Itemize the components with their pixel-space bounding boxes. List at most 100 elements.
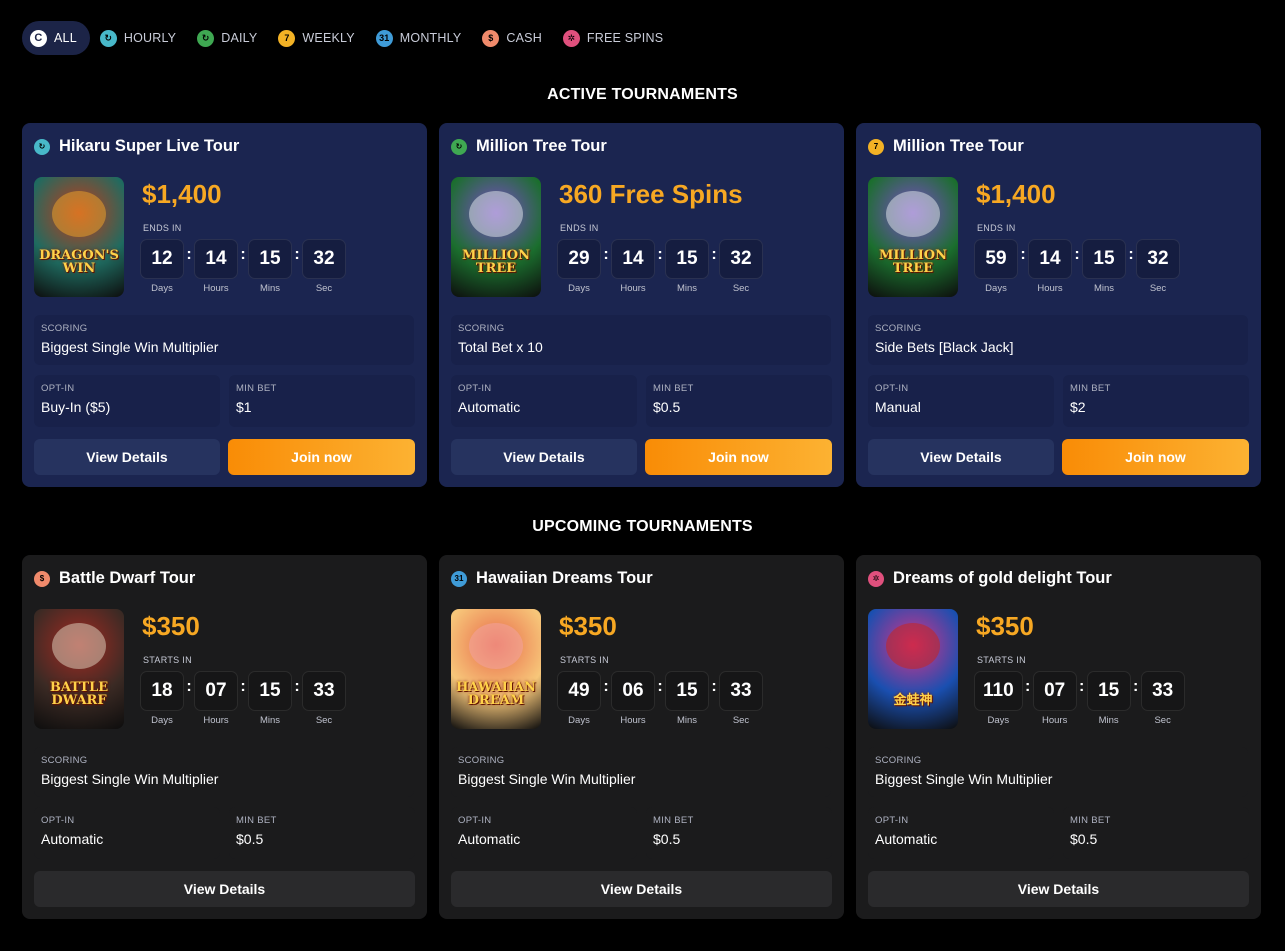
countdown-mins-value: 15 [248, 671, 292, 711]
tournament-card: ↻ Million Tree Tour Million Tree 360 Fre… [439, 123, 844, 487]
scoring-value: Side Bets [Black Jack] [875, 339, 1014, 355]
countdown-sec: 33 Sec [719, 671, 763, 726]
opt-in-panel: OPT-IN Buy-In ($5) [34, 375, 220, 427]
join-now-button[interactable]: Join now [1062, 439, 1249, 475]
countdown-separator: : [603, 246, 609, 263]
filter-label: DAILY [221, 31, 258, 45]
scoring-value: Biggest Single Win Multiplier [458, 771, 636, 787]
opt-in-panel: OPT-IN Automatic [451, 807, 637, 859]
game-thumbnail[interactable]: Dragon's Win [34, 177, 124, 297]
game-thumbnail[interactable]: Battle Dwarf [34, 609, 124, 729]
countdown-sec: 33 Sec [302, 671, 346, 726]
countdown-days-label: Days [151, 715, 173, 726]
min-bet-label: MIN BET [236, 815, 277, 826]
countdown-mins: 15 Mins [1082, 239, 1126, 294]
countdown-hours-value: 14 [611, 239, 655, 279]
countdown-sec-label: Sec [1149, 283, 1167, 294]
monthly-icon: 31 [451, 570, 467, 587]
countdown-days-value: 59 [974, 239, 1018, 279]
opt-in-label: OPT-IN [875, 383, 909, 394]
min-bet-value: $0.5 [653, 831, 681, 847]
filter-label: HOURLY [123, 31, 177, 45]
countdown-hours: 14 Hours [1028, 239, 1072, 294]
prize-amount: $1,400 [976, 179, 1056, 209]
view-details-button[interactable]: View Details [451, 439, 637, 475]
view-details-button[interactable]: View Details [868, 871, 1249, 907]
countdown-sec: 32 Sec [719, 239, 763, 294]
game-thumbnail[interactable]: Million Tree [868, 177, 958, 297]
card-header: ✲ Dreams of gold delight Tour [868, 569, 1112, 588]
countdown-hours: 06 Hours [611, 671, 655, 726]
opt-in-value: Automatic [875, 831, 938, 847]
countdown-caption: STARTS IN [977, 655, 1026, 665]
tournament-card: ✲ Dreams of gold delight Tour 金蛙神 $350 S… [856, 555, 1261, 919]
countdown-mins-label: Mins [1098, 715, 1119, 726]
upcoming-tournaments-heading: UPCOMING TOURNAMENTS [532, 518, 753, 535]
countdown-hours: 07 Hours [194, 671, 238, 726]
countdown-sec: 33 Sec [1140, 671, 1185, 726]
countdown-hours-label: Hours [620, 283, 646, 294]
filter-free-spins[interactable]: ✲ FREE SPINS [555, 21, 674, 55]
filter-all[interactable]: C ALL [22, 21, 90, 55]
countdown-timer: 12 Days : 14 Hours : 15 Mins : 32 Sec [140, 239, 346, 294]
filter-weekly[interactable]: 7 WEEKLY [270, 21, 365, 55]
countdown-sec-label: Sec [315, 283, 333, 294]
scoring-panel: SCORING Biggest Single Win Multiplier [868, 747, 1248, 797]
join-now-button[interactable]: Join now [645, 439, 832, 475]
countdown-hours: 14 Hours [194, 239, 238, 294]
view-details-button[interactable]: View Details [451, 871, 832, 907]
prize-amount: $350 [142, 611, 200, 641]
countdown-mins-value: 15 [665, 239, 709, 279]
card-header: $ Battle Dwarf Tour [34, 569, 195, 588]
all-icon: C [30, 29, 47, 47]
countdown-mins-label: Mins [676, 715, 698, 726]
view-details-button[interactable]: View Details [868, 439, 1054, 475]
opt-in-panel: OPT-IN Automatic [451, 375, 637, 427]
countdown-days: 18 Days [140, 671, 184, 726]
countdown-mins: 15 Mins [248, 239, 292, 294]
min-bet-value: $2 [1070, 399, 1086, 415]
weekly-icon: 7 [868, 138, 884, 155]
view-details-button[interactable]: View Details [34, 871, 415, 907]
countdown-caption: STARTS IN [143, 655, 192, 665]
min-bet-label: MIN BET [653, 815, 694, 826]
countdown-mins-value: 15 [1086, 671, 1131, 711]
filter-monthly[interactable]: 31 MONTHLY [368, 21, 473, 55]
scoring-value: Biggest Single Win Multiplier [41, 771, 219, 787]
cash-icon: $ [482, 29, 500, 47]
filter-daily[interactable]: ↻ DAILY [189, 21, 268, 55]
filter-hourly[interactable]: ↻ HOURLY [92, 21, 187, 55]
countdown-days: 49 Days [557, 671, 601, 726]
countdown-hours-label: Hours [620, 715, 646, 726]
tournament-card: 7 Million Tree Tour Million Tree $1,400 … [856, 123, 1261, 487]
scoring-label: SCORING [875, 755, 922, 766]
opt-in-value: Manual [875, 399, 921, 415]
min-bet-value: $0.5 [1070, 831, 1098, 847]
countdown-separator: : [294, 678, 300, 695]
prize-amount: $1,400 [142, 179, 222, 209]
tournament-card: $ Battle Dwarf Tour Battle Dwarf $350 ST… [22, 555, 427, 919]
countdown-mins-value: 15 [248, 239, 292, 279]
scoring-panel: SCORING Biggest Single Win Multiplier [34, 747, 414, 797]
countdown-separator: : [186, 246, 192, 263]
filter-cash[interactable]: $ CASH [474, 21, 553, 55]
countdown-separator: : [711, 246, 717, 263]
scoring-label: SCORING [875, 323, 922, 334]
countdown-sec-label: Sec [315, 715, 333, 726]
game-thumbnail[interactable]: Million Tree [451, 177, 541, 297]
countdown-hours: 07 Hours [1032, 671, 1077, 726]
countdown-mins-value: 15 [1082, 239, 1126, 279]
opt-in-panel: OPT-IN Automatic [868, 807, 1054, 859]
countdown-separator: : [294, 246, 300, 263]
countdown-hours-value: 14 [1028, 239, 1072, 279]
countdown-mins-label: Mins [1093, 283, 1115, 294]
game-thumbnail[interactable]: Hawaiian Dream [451, 609, 541, 729]
countdown-hours-value: 14 [194, 239, 238, 279]
view-details-button[interactable]: View Details [34, 439, 220, 475]
join-now-button[interactable]: Join now [228, 439, 415, 475]
countdown-hours-value: 07 [1032, 671, 1077, 711]
tournament-card: 31 Hawaiian Dreams Tour Hawaiian Dream $… [439, 555, 844, 919]
opt-in-panel: OPT-IN Automatic [34, 807, 220, 859]
countdown-hours-value: 06 [611, 671, 655, 711]
game-thumbnail[interactable]: 金蛙神 [868, 609, 958, 729]
